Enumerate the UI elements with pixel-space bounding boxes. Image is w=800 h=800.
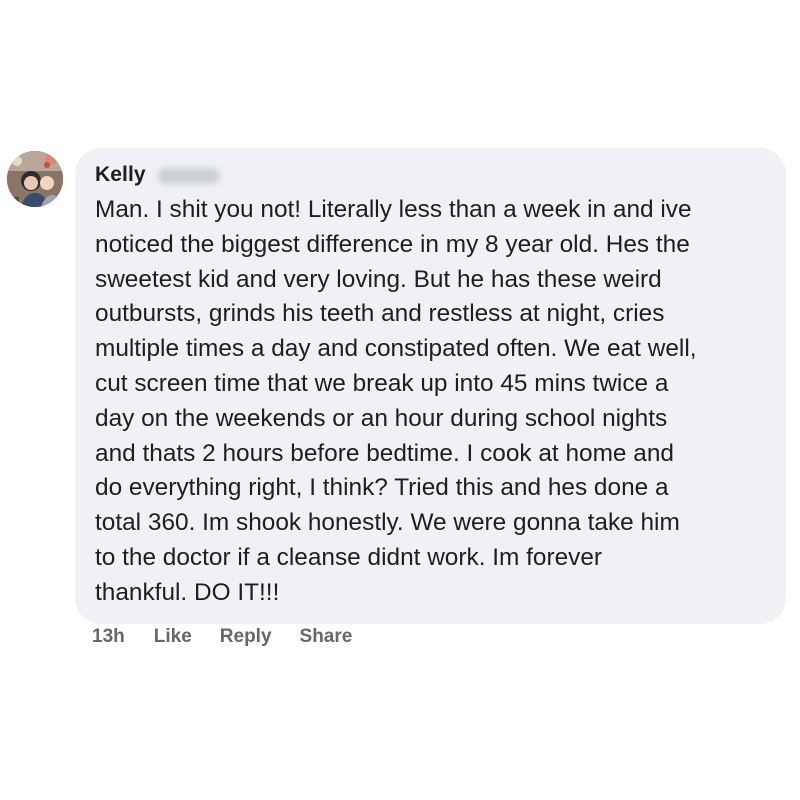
avatar[interactable] [7,151,63,207]
comment-screen: Kelly Man. I shit you not! Literally les… [0,0,800,800]
like-button[interactable]: Like [154,626,192,648]
comment-header: Kelly [95,161,766,189]
comment-timestamp[interactable]: 13h [92,626,125,648]
share-button[interactable]: Share [300,626,353,648]
redacted-surname [157,168,220,184]
comment-bubble: Kelly Man. I shit you not! Literally les… [75,148,786,624]
author-name[interactable]: Kelly [95,163,146,187]
comment-actions: 13h Like Reply Share [92,626,380,648]
comment-text: Man. I shit you not! Literally less than… [95,196,697,606]
avatar-photo-icon [7,151,63,207]
reply-button[interactable]: Reply [220,626,272,648]
